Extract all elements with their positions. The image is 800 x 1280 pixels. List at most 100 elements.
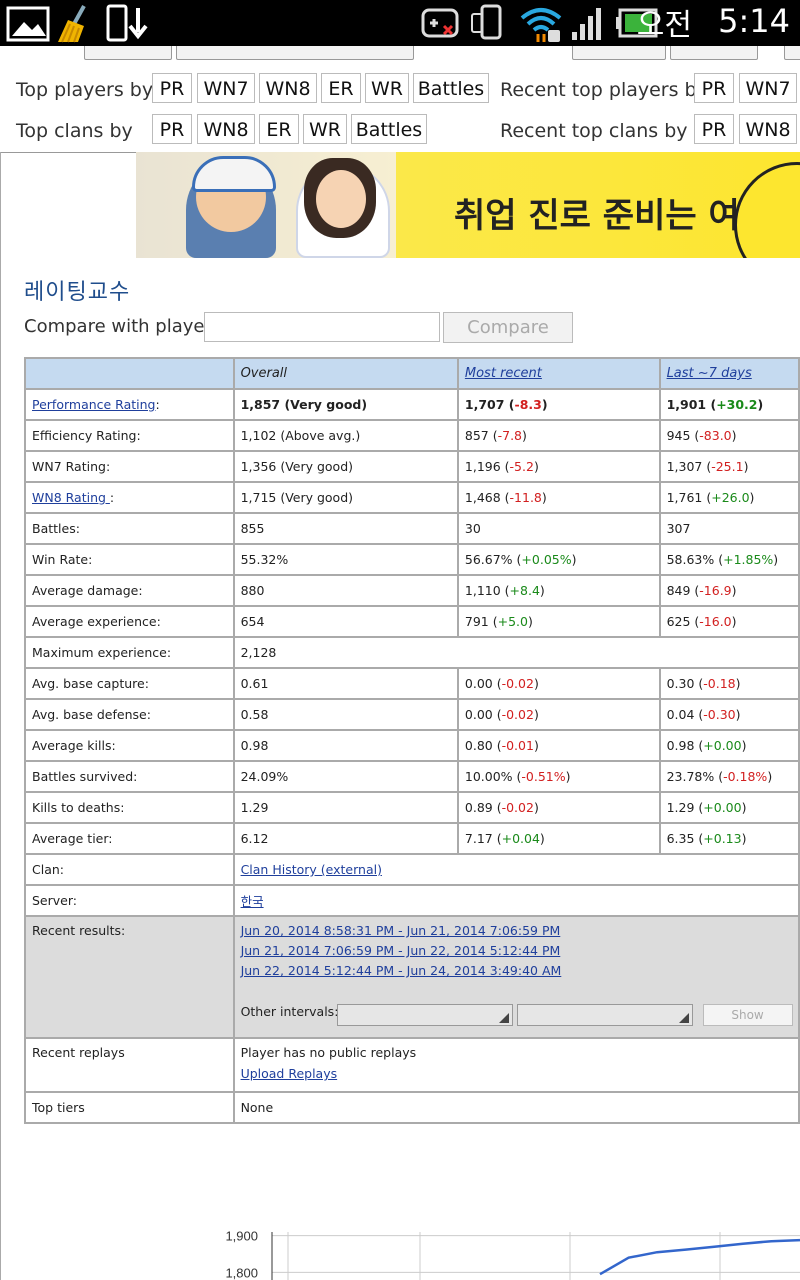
recent-results-row: Recent results: Jun 20, 2014 8:58:31 PM -… xyxy=(24,917,800,1039)
row-recent-value: 1,110 xyxy=(464,583,501,598)
top-players-wn7-button[interactable]: WN7 xyxy=(197,73,255,103)
top-players-wr-button[interactable]: WR xyxy=(365,73,409,103)
row-recent-delta: -0.02 xyxy=(501,707,534,722)
header-last-7-days[interactable]: Last ~7 days xyxy=(660,357,800,390)
row-recent-delta: -0.02 xyxy=(501,800,534,815)
server-link[interactable]: 한국 xyxy=(241,894,264,909)
banner-people-image xyxy=(136,152,396,258)
row-overall: 6.12 xyxy=(234,824,459,855)
row-label-text: Battles survived: xyxy=(32,769,138,784)
row-week-delta: +0.13 xyxy=(703,831,742,846)
row-week-delta: -0.18% xyxy=(723,769,768,784)
interval-select-1[interactable] xyxy=(336,1004,513,1026)
row-week-value: 1,761 xyxy=(666,490,703,505)
row-week-value: 1,901 xyxy=(666,397,707,412)
row-recent: 0.80 (-0.01) xyxy=(458,731,661,762)
row-week-value: 23.78% xyxy=(666,769,715,784)
row-label: WN7 Rating: xyxy=(24,452,235,483)
cut-select-3[interactable] xyxy=(670,46,758,60)
cut-select-2[interactable] xyxy=(572,46,666,60)
row-week: 1,761 (+26.0) xyxy=(660,483,800,514)
row-week-delta: -16.0 xyxy=(699,614,732,629)
row-recent-value: 791 xyxy=(464,614,489,629)
row-overall: 654 xyxy=(234,607,459,638)
header-most-recent[interactable]: Most recent xyxy=(458,357,661,390)
compare-label: Compare with player xyxy=(24,316,212,337)
table-header-row: Overall Most recent Last ~7 days xyxy=(24,357,800,390)
row-recent: 0.00 (-0.02) xyxy=(458,700,661,731)
table-row: Avg. base defense: 0.58 0.00 (-0.02) 0.04 (… xyxy=(24,700,800,731)
recent-top-clans-pr-button[interactable]: PR xyxy=(694,114,734,144)
row-label-text: Average kills: xyxy=(32,738,116,753)
header-last-7-days-link[interactable]: Last ~7 days xyxy=(667,366,752,381)
player-name: 레이팅교수 xyxy=(24,280,131,305)
row-label[interactable]: Performance Rating: xyxy=(24,390,235,421)
row-overall: 1.29 xyxy=(234,793,459,824)
row-recent: 857 (-7.8) xyxy=(458,421,661,452)
status-bar: 오전 5:14 xyxy=(0,0,800,46)
row-overall: 24.09% xyxy=(234,762,459,793)
replays-value: Player has no public replays Upload Repla… xyxy=(234,1039,800,1093)
row-label: Battles: xyxy=(24,514,235,545)
row-label: Average damage: xyxy=(24,576,235,607)
top-clans-pr-button[interactable]: PR xyxy=(152,114,192,144)
recent-top-players-wn7-button[interactable]: WN7 xyxy=(739,73,797,103)
recent-results-label: Recent results: xyxy=(24,917,235,1039)
recent-result-link[interactable]: Jun 22, 2014 5:12:44 PM - Jun 24, 2014 3… xyxy=(241,963,792,978)
row-recent-value: 0.00 xyxy=(464,676,493,691)
upload-replays-link[interactable]: Upload Replays xyxy=(241,1066,338,1081)
row-week-value: 625 xyxy=(666,614,691,629)
show-button[interactable]: Show xyxy=(702,1004,793,1026)
table-row: Avg. base capture: 0.61 0.00 (-0.02) 0.30 (… xyxy=(24,669,800,700)
table-row: Average tier: 6.12 7.17 (+0.04) 6.35 (+0.13… xyxy=(24,824,800,855)
row-recent-value: 30 xyxy=(464,521,481,536)
row-label: Battles survived: xyxy=(24,762,235,793)
top-players-pr-button[interactable]: PR xyxy=(152,73,192,103)
row-label[interactable]: WN8 Rating : xyxy=(24,483,235,514)
row-label-link[interactable]: Performance Rating xyxy=(32,397,156,412)
cleaner-broom-icon xyxy=(58,5,86,43)
header-empty xyxy=(24,357,235,390)
banner-circle-graphic xyxy=(734,162,800,258)
table-row: Battles: 855 30 307 xyxy=(24,514,800,545)
top-players-er-button[interactable]: ER xyxy=(321,73,361,103)
row-week: 0.98 (+0.00) xyxy=(660,731,800,762)
dropdown-arrow-icon xyxy=(678,1013,689,1023)
clan-label: Clan: xyxy=(24,855,235,886)
row-overall: 55.32% xyxy=(234,545,459,576)
top-clans-battles-button[interactable]: Battles xyxy=(351,114,427,144)
compare-player-input[interactable] xyxy=(204,312,440,342)
top-clans-wn8-button[interactable]: WN8 xyxy=(197,114,255,144)
cut-input[interactable] xyxy=(176,46,414,60)
rating-chart: 1,900 1,800 xyxy=(225,1229,800,1280)
recent-result-link[interactable]: Jun 20, 2014 8:58:31 PM - Jun 21, 2014 7… xyxy=(241,923,792,938)
top-clans-wr-button[interactable]: WR xyxy=(303,114,347,144)
other-intervals-label: Other intervals: xyxy=(240,1004,339,1019)
table-row: WN7 Rating: 1,356 (Very good) 1,196 (-5.2)… xyxy=(24,452,800,483)
banner-cap xyxy=(192,156,276,192)
clan-history-link[interactable]: Clan History (external) xyxy=(241,862,382,877)
recent-top-clans-label: Recent top clans by xyxy=(500,120,688,142)
recent-result-link[interactable]: Jun 21, 2014 7:06:59 PM - Jun 22, 2014 5… xyxy=(241,943,792,958)
recent-top-players-pr-button[interactable]: PR xyxy=(694,73,734,103)
cut-select-4[interactable] xyxy=(784,46,800,60)
top-players-battles-button[interactable]: Battles xyxy=(413,73,489,103)
recent-top-clans-wn8-button[interactable]: WN8 xyxy=(739,114,797,144)
row-label-link[interactable]: WN8 Rating xyxy=(32,490,110,505)
top-clans-er-button[interactable]: ER xyxy=(259,114,299,144)
header-most-recent-link[interactable]: Most recent xyxy=(465,366,542,381)
banner-face-2 xyxy=(316,170,366,228)
recent-top-players-label: Recent top players by xyxy=(500,79,708,101)
compare-button[interactable]: Compare xyxy=(443,312,573,343)
cut-select-1[interactable] xyxy=(84,46,172,60)
interval-select-2[interactable] xyxy=(516,1004,693,1026)
clan-value: Clan History (external) xyxy=(234,855,800,886)
replays-row: Recent replays Player has no public repla… xyxy=(24,1039,800,1093)
ad-banner[interactable]: 취업 진로 준비는 여기서 영산 xyxy=(136,152,800,258)
row-recent: 1,196 (-5.2) xyxy=(458,452,661,483)
server-value: 한국 xyxy=(234,886,800,917)
wifi-icon xyxy=(520,8,562,42)
row-week: 945 (-83.0) xyxy=(660,421,800,452)
top-players-wn8-button[interactable]: WN8 xyxy=(259,73,317,103)
row-week-value: 1.29 xyxy=(666,800,695,815)
